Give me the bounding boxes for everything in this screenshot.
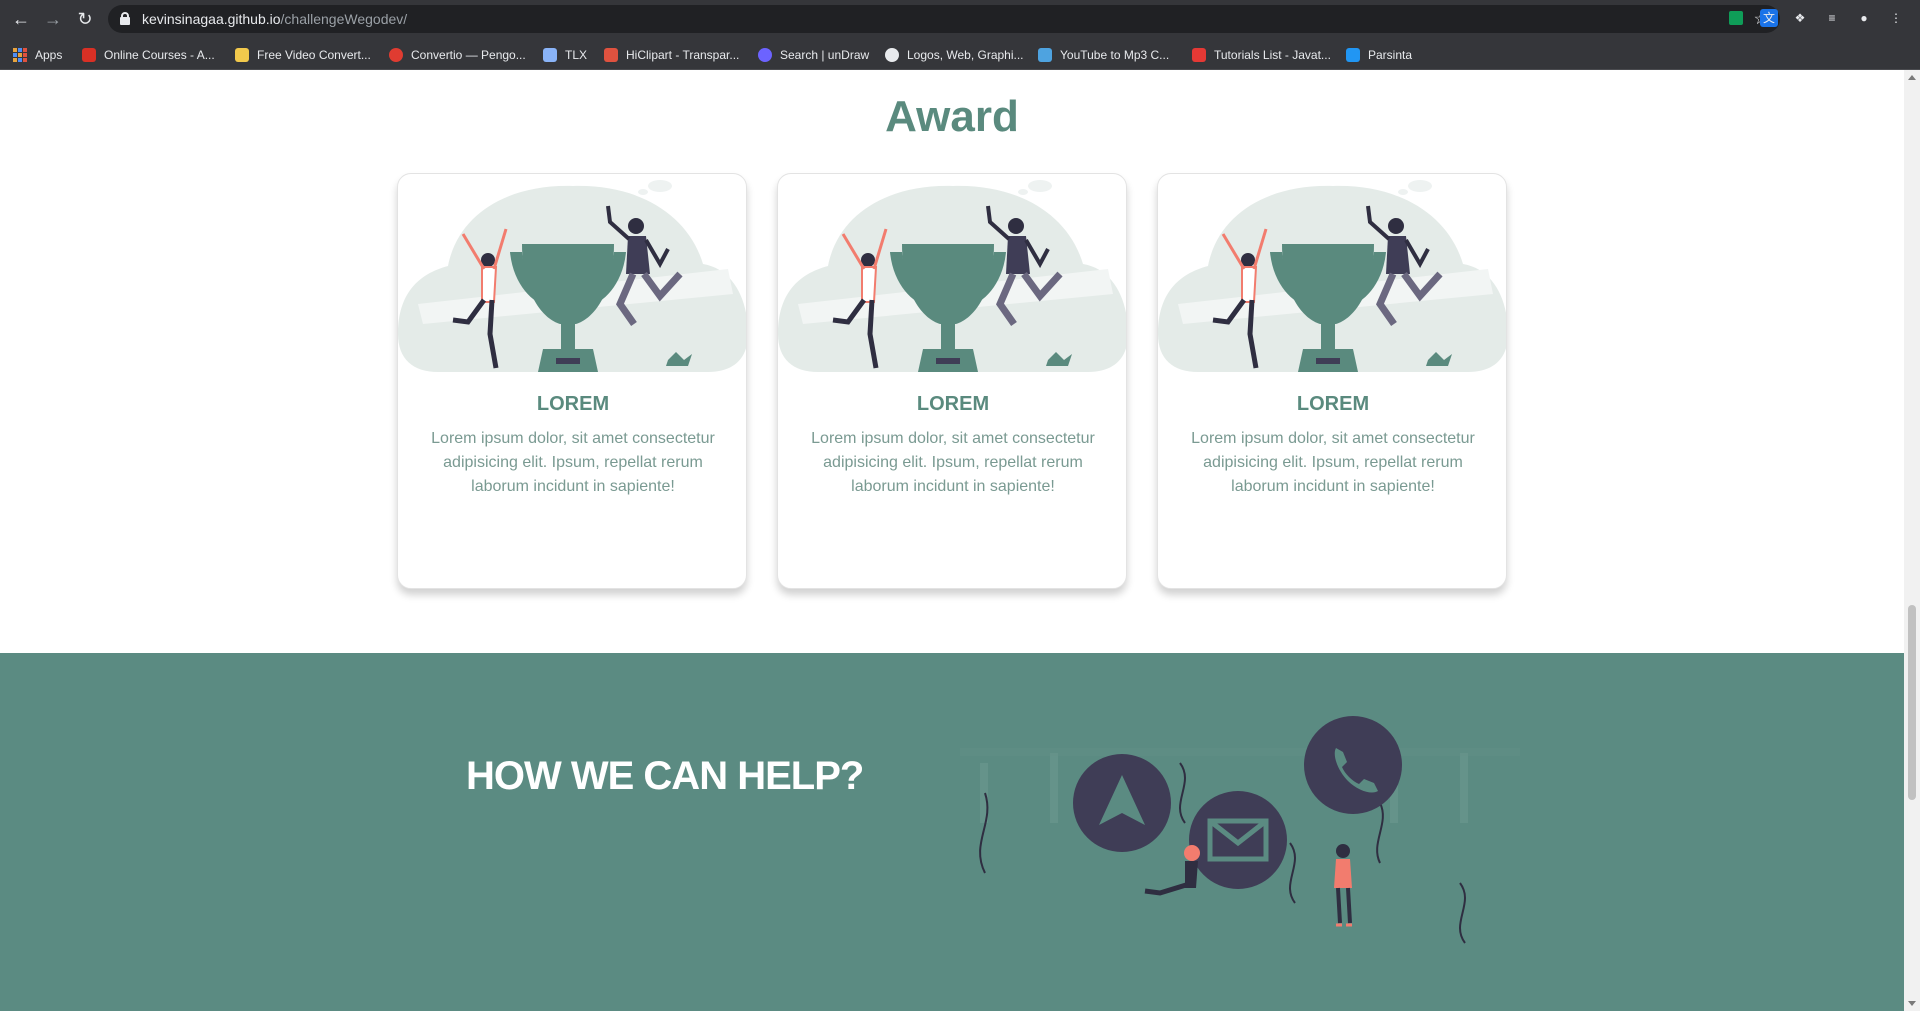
menu-kebab-icon[interactable]: ⋮ (1887, 9, 1905, 27)
bookmark-label: Search | unDraw (780, 48, 870, 62)
bookmark-label: Free Video Convert... (257, 48, 371, 62)
bookmark-favicon-icon (543, 48, 557, 62)
bookmark-favicon-icon (885, 48, 899, 62)
bookmark-video-convert[interactable]: Free Video Convert... (235, 46, 371, 64)
puzzle-extensions-icon[interactable]: ❖ (1791, 9, 1809, 27)
bookmark-label: TLX (565, 48, 588, 62)
bookmark-parsinta[interactable]: Parsinta (1346, 46, 1412, 64)
award-card-text: Lorem ipsum dolor, sit amet consectetur … (1191, 430, 1475, 495)
bookmark-favicon-icon (1346, 48, 1360, 62)
award-card-title: LOREM (916, 393, 990, 415)
bookmark-apps[interactable]: Apps (13, 46, 62, 64)
bookmark-tutorials[interactable]: Tutorials List - Javat... (1192, 46, 1331, 64)
award-card: LOREM Lorem ipsum dolor, sit amet consec… (397, 173, 747, 589)
trophy-celebration-illustration (1158, 180, 1506, 372)
award-card-text: Lorem ipsum dolor, sit amet consectetur … (431, 430, 715, 495)
bookmark-tlx[interactable]: TLX (543, 46, 587, 64)
bookmarks-bar: Apps Online Courses - A... Free Video Co… (0, 38, 1920, 70)
award-card-title: LOREM (536, 393, 610, 415)
award-title: Award (885, 92, 1019, 141)
url-host: kevinsinagaa.github.io (142, 11, 281, 27)
bookmark-favicon-icon (1038, 48, 1052, 62)
bookmark-label: Online Courses - A... (104, 48, 215, 62)
award-card-text: Lorem ipsum dolor, sit amet consectetur … (811, 430, 1095, 495)
address-bar[interactable]: kevinsinagaa.github.io/challengeWegodev/… (108, 5, 1780, 33)
url-path: /challengeWegodev/ (280, 11, 408, 27)
bookmark-label: Convertio — Pengo... (411, 48, 526, 62)
trophy-celebration-illustration (778, 180, 1126, 372)
bookmark-label: Apps (35, 48, 63, 62)
bookmark-favicon-icon (235, 48, 249, 62)
bookmark-favicon-icon (758, 48, 772, 62)
translate-extension-icon[interactable]: 文 (1760, 9, 1778, 27)
web-page: Award LOREM Lorem ipsum dolor, sit amet … (0, 70, 1904, 1011)
help-section: HOW WE CAN HELP? (0, 653, 1904, 1011)
bookmark-label: Tutorials List - Javat... (1214, 48, 1331, 62)
scrollbar-thumb[interactable] (1908, 605, 1916, 800)
help-title: HOW WE CAN HELP? (466, 754, 864, 798)
reload-icon[interactable]: ↻ (73, 7, 97, 31)
bookmark-label: Logos, Web, Graphi... (907, 48, 1024, 62)
scroll-up-arrow-icon[interactable] (1908, 75, 1916, 80)
page-scrollbar[interactable] (1904, 70, 1920, 1011)
browser-toolbar: ← → ↻ kevinsinagaa.github.io/challengeWe… (0, 0, 1920, 38)
bookmark-youtube-mp3[interactable]: YouTube to Mp3 C... (1038, 46, 1169, 64)
bookmark-logos[interactable]: Logos, Web, Graphi... (885, 46, 1024, 64)
bookmark-label: YouTube to Mp3 C... (1060, 48, 1170, 62)
award-card-title: LOREM (1296, 393, 1370, 415)
bookmark-favicon-icon (389, 48, 403, 62)
bookmark-favicon-icon (1192, 48, 1206, 62)
bookmark-favicon-icon (604, 48, 618, 62)
award-card: LOREM Lorem ipsum dolor, sit amet consec… (1157, 173, 1507, 589)
scroll-down-arrow-icon[interactable] (1908, 1001, 1916, 1006)
apps-grid-icon (13, 48, 27, 62)
bookmark-online-courses[interactable]: Online Courses - A... (82, 46, 215, 64)
bookmark-favicon-icon (82, 48, 96, 62)
profile-icon[interactable]: ● (1855, 9, 1873, 27)
bookmark-hiclipart[interactable]: HiClipart - Transpar... (604, 46, 739, 64)
contact-channels-illustration (960, 716, 1520, 944)
forward-arrow-icon[interactable]: → (41, 7, 65, 31)
reading-list-icon[interactable]: ≡ (1823, 9, 1841, 27)
award-card: LOREM Lorem ipsum dolor, sit amet consec… (777, 173, 1127, 589)
bookmark-convertio[interactable]: Convertio — Pengo... (389, 46, 526, 64)
lock-icon (120, 12, 130, 25)
trophy-celebration-illustration (398, 180, 746, 372)
bookmark-undraw[interactable]: Search | unDraw (758, 46, 869, 64)
address-url[interactable]: kevinsinagaa.github.io/challengeWegodev/ (142, 11, 407, 27)
sheets-extension-icon[interactable] (1729, 11, 1743, 25)
browser-chrome: ← → ↻ kevinsinagaa.github.io/challengeWe… (0, 0, 1920, 70)
bookmark-label: Parsinta (1368, 48, 1413, 62)
back-arrow-icon[interactable]: ← (9, 7, 33, 31)
bookmark-label: HiClipart - Transpar... (626, 48, 740, 62)
